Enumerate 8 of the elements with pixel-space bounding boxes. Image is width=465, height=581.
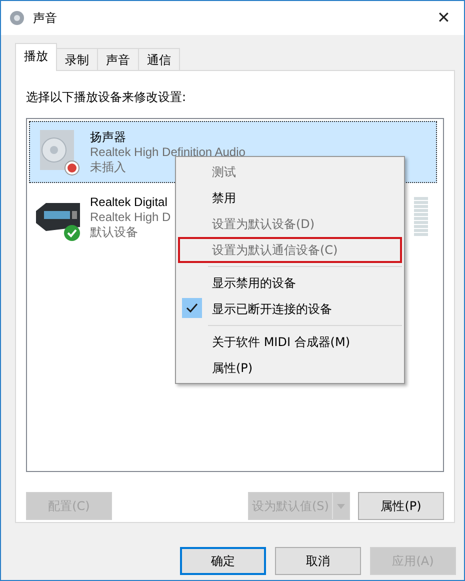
window-title: 声音 (33, 10, 58, 26)
device-driver: Realtek High Definition Audio (90, 144, 246, 160)
device-status: 未插入 (90, 160, 126, 174)
device-name: Realtek Digital (90, 194, 168, 210)
device-name: 扬声器 (90, 130, 126, 144)
device-status: 默认设备 (90, 224, 138, 240)
device-driver: Realtek High D (90, 210, 171, 224)
instruction-text: 选择以下播放设备来修改设置: (26, 89, 188, 106)
